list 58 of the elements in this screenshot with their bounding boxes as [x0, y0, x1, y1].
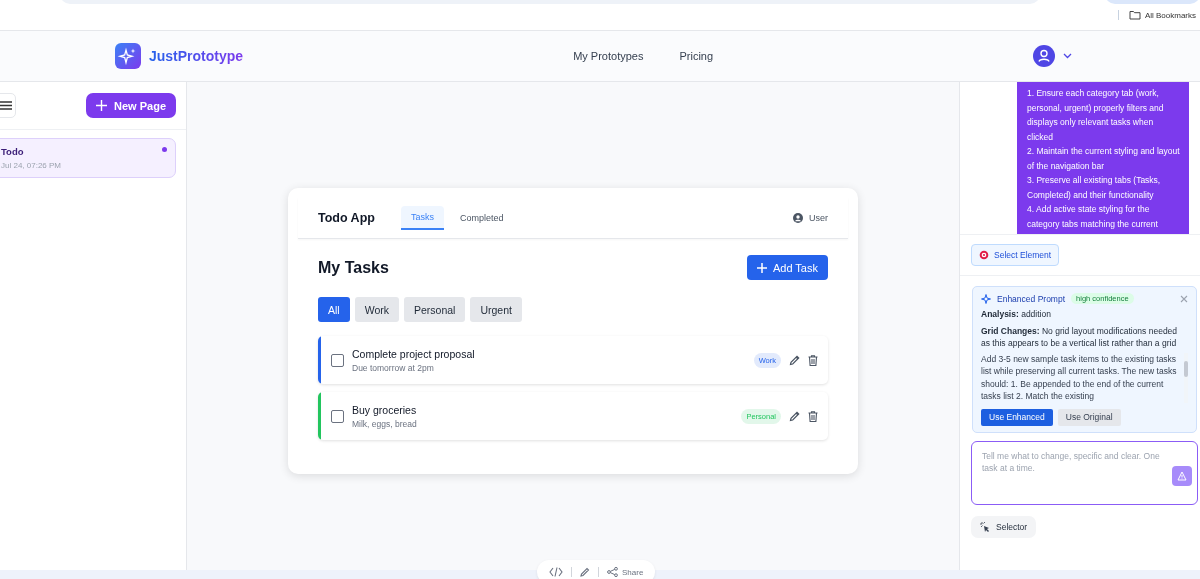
message-text: 3. Preserve all existing tabs (Tasks, Completed) and their functionality [1027, 174, 1162, 202]
task-note: Due tomorrow at 2pm [352, 362, 435, 373]
filter-button[interactable]: Personal [404, 297, 466, 322]
prompt-choice-button[interactable]: Use Original [1057, 408, 1121, 426]
code-icon[interactable] [549, 567, 563, 577]
chevron-down-icon[interactable] [1063, 53, 1072, 59]
active-dot-icon [162, 147, 167, 152]
send-button[interactable] [1172, 465, 1192, 486]
filter-button[interactable]: Work [354, 297, 399, 322]
plus-icon [96, 100, 108, 111]
folder-icon [1128, 10, 1141, 20]
avatar-icon[interactable] [1033, 45, 1055, 67]
sparkle-logo-icon[interactable] [115, 43, 141, 69]
trash-icon[interactable] [808, 410, 818, 422]
page-item[interactable]: Todo Jul 24, 07:26 PM [0, 138, 176, 178]
scrollbar[interactable] [1184, 352, 1188, 403]
new-page-button[interactable]: New Page [86, 93, 176, 118]
trash-icon[interactable] [808, 354, 818, 366]
add-task-button[interactable]: Add Task [746, 255, 828, 280]
page-heading: My Tasks [318, 258, 389, 277]
target-icon [979, 250, 989, 260]
enhanced-prompt-title: Enhanced Prompt [997, 293, 1066, 304]
task-title: Buy groceries [352, 403, 418, 416]
task-title: Complete project proposal [352, 347, 476, 360]
nav-link[interactable]: My Prototypes [573, 50, 644, 62]
pencil-icon[interactable] [789, 410, 800, 422]
tab[interactable]: Tasks [400, 206, 444, 230]
brand-name[interactable]: JustPrototype [149, 48, 244, 64]
sparkle-icon [981, 293, 991, 304]
grid-changes-text: Grid Changes: No grid layout modifications needed as this appears to be a vertical list rather than a grid [981, 324, 1179, 350]
plus-icon [756, 262, 767, 273]
tab[interactable]: Completed [449, 207, 514, 229]
selector-button[interactable]: Selector [971, 515, 1037, 538]
select-element-button[interactable]: Select Element [971, 244, 1060, 266]
filter-button[interactable]: All [318, 297, 350, 322]
share-button[interactable]: Share [607, 567, 644, 577]
prompt-choice-button[interactable]: Use Enhanced [981, 408, 1053, 426]
pencil-icon[interactable] [580, 567, 590, 577]
task-checkbox[interactable] [331, 409, 344, 423]
app-title: Todo App [318, 211, 375, 225]
send-icon [1177, 470, 1187, 481]
cursor-sparkle-icon [980, 521, 990, 532]
enhanced-prompt-text: Add 3-5 new sample task items to the existing tasks list while preserving all current tasks. The new tasks should: 1. Be appended to the end of the current tasks list 2. Match the existing [981, 352, 1178, 403]
bookmarks-button[interactable]: All Bookmarks [1117, 10, 1196, 20]
message-text: 4. Add active state styling for the category tabs matching the current [1027, 203, 1159, 231]
user-label: User [809, 213, 828, 223]
menu-icon [0, 101, 12, 110]
pencil-icon[interactable] [789, 354, 800, 366]
message-input[interactable]: Tell me what to change, specific and clear. One task at a time. [971, 440, 1198, 505]
analysis-text: Analysis: addition [981, 308, 1052, 321]
message-text: 1. Ensure each category tab (work, personal, urgent) properly filters and displays only relevant tasks when clicked [1027, 87, 1165, 144]
message-text: 2. Maintain the current styling and layout of the navigation bar [1027, 145, 1181, 173]
filter-button[interactable]: Urgent [470, 297, 522, 322]
user-icon [793, 213, 803, 223]
task-checkbox[interactable] [331, 353, 344, 367]
task-note: Milk, eggs, bread [352, 418, 418, 429]
nav-link[interactable]: Pricing [679, 50, 714, 62]
share-icon [607, 567, 618, 577]
